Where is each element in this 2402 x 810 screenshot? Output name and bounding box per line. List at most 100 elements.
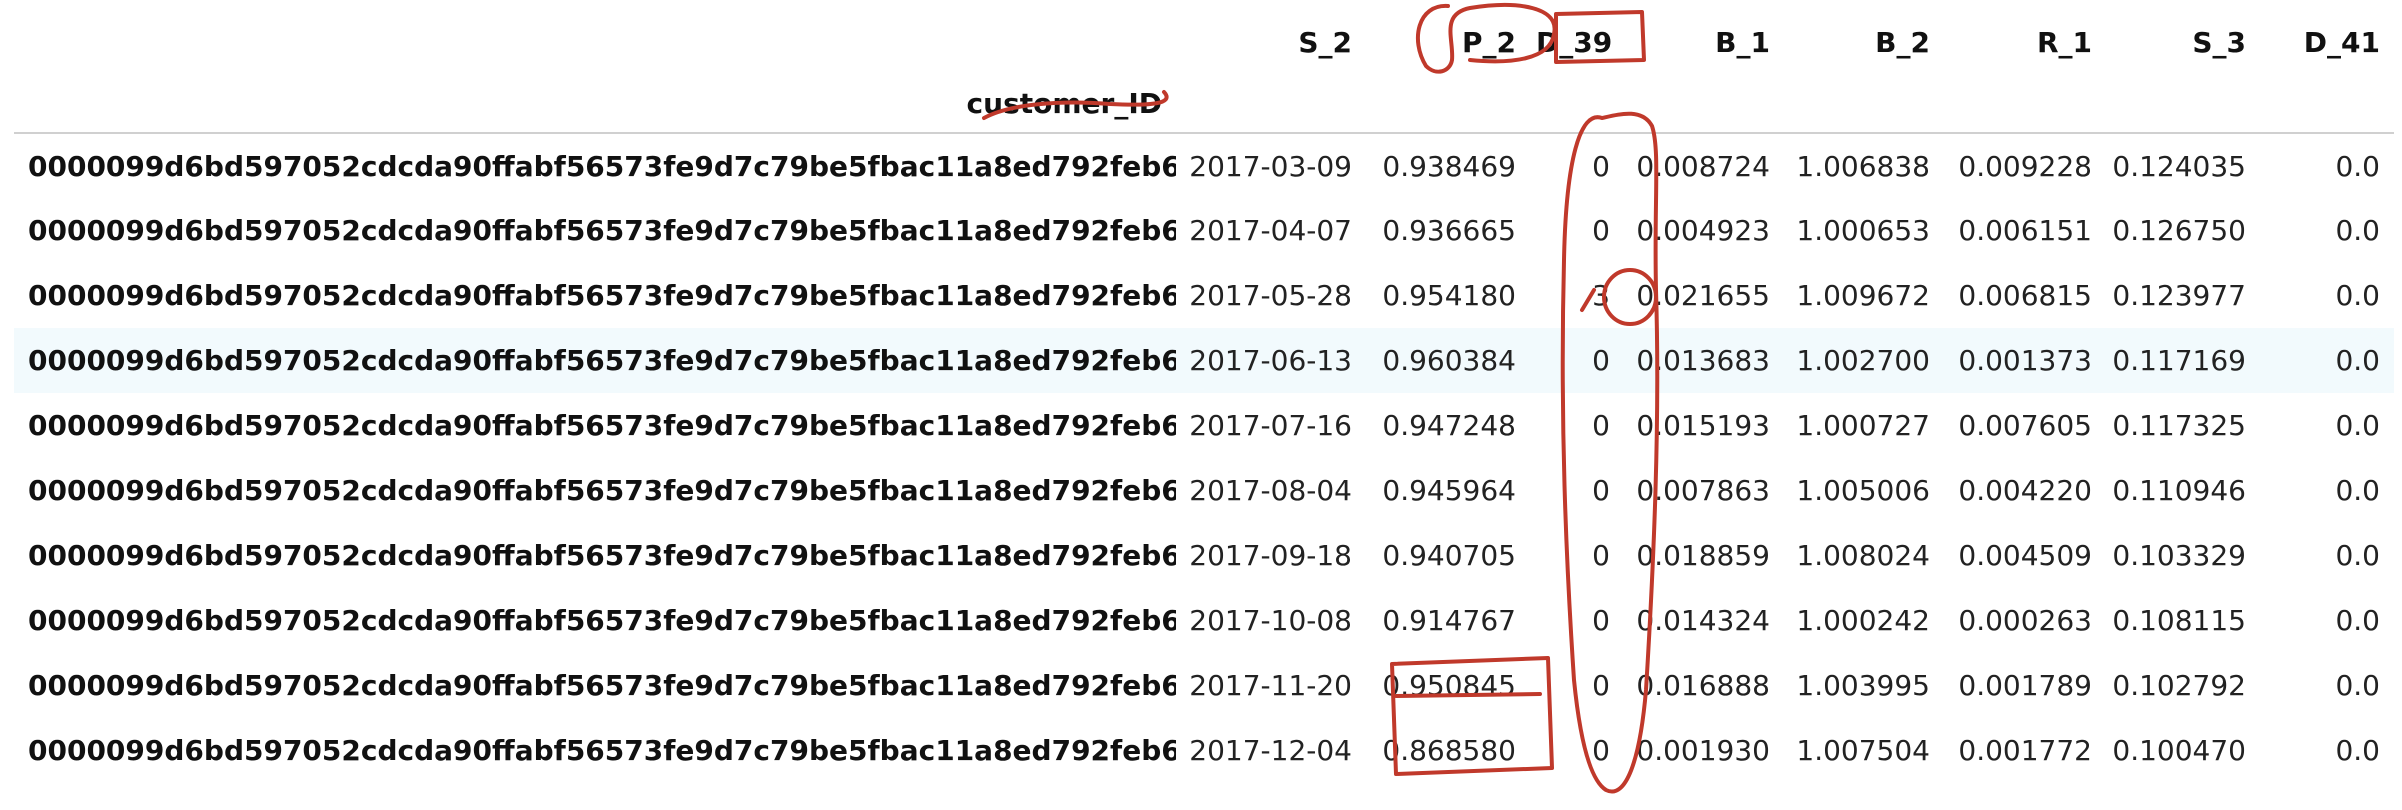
row-index-customer-id: 0000099d6bd597052cdcda90ffabf56573fe9d7c… xyxy=(28,669,1176,702)
table-row: 0000099d6bd597052cdcda90ffabf56573fe9d7c… xyxy=(14,133,2394,198)
table-row: 0000099d6bd597052cdcda90ffabf56573fe9d7c… xyxy=(14,718,2394,783)
cell-s3: 0.117169 xyxy=(2112,344,2246,377)
cell-s2: 2017-09-18 xyxy=(1189,539,1352,572)
cell-b2: 1.006838 xyxy=(1796,149,1930,183)
cell-s3: 0.123977 xyxy=(2112,279,2246,312)
table-row: 0000099d6bd597052cdcda90ffabf56573fe9d7c… xyxy=(14,458,2394,523)
index-row-spacer xyxy=(1784,74,1944,134)
cell-d41: 0.0 xyxy=(2335,604,2380,637)
cell-b2: 1.003995 xyxy=(1796,669,1930,702)
cell-d41: 0.0 xyxy=(2335,149,2380,183)
cell-b2: 1.000653 xyxy=(1796,214,1930,247)
cell-d39: 0 xyxy=(1592,604,1610,637)
column-header-r1: R_1 xyxy=(2036,25,2092,59)
cell-r1: 0.006815 xyxy=(1958,279,2092,312)
cell-b1: 0.007863 xyxy=(1636,474,1770,507)
cell-d41: 0.0 xyxy=(2335,734,2380,767)
cell-p2: 0.954180 xyxy=(1382,279,1516,312)
cell-r1: 0.004509 xyxy=(1958,539,2092,572)
cell-s3: 0.100470 xyxy=(2112,734,2246,767)
cell-d41: 0.0 xyxy=(2335,344,2380,377)
cell-p2: 0.938469 xyxy=(1382,149,1516,183)
index-row-spacer xyxy=(1944,74,2106,134)
cell-s3: 0.103329 xyxy=(2112,539,2246,572)
cell-r1: 0.004220 xyxy=(1958,474,2092,507)
cell-b2: 1.009672 xyxy=(1796,279,1930,312)
cell-r1: 0.001772 xyxy=(1958,734,2092,767)
row-index-customer-id: 0000099d6bd597052cdcda90ffabf56573fe9d7c… xyxy=(28,604,1176,637)
cell-d39: 3 xyxy=(1592,279,1610,312)
cell-d41: 0.0 xyxy=(2335,214,2380,247)
index-row-spacer xyxy=(2106,74,2260,134)
cell-b1: 0.014324 xyxy=(1636,604,1770,637)
cell-b1: 0.001930 xyxy=(1636,734,1770,767)
cell-d41: 0.0 xyxy=(2335,409,2380,442)
cell-b1: 0.021655 xyxy=(1636,279,1770,312)
cell-s3: 0.126750 xyxy=(2112,214,2246,247)
cell-b2: 1.005006 xyxy=(1796,474,1930,507)
cell-d39: 0 xyxy=(1592,539,1610,572)
cell-b2: 1.007504 xyxy=(1796,734,1930,767)
table-row: 0000099d6bd597052cdcda90ffabf56573fe9d7c… xyxy=(14,653,2394,718)
cell-p2: 0.945964 xyxy=(1382,474,1516,507)
row-index-customer-id: 0000099d6bd597052cdcda90ffabf56573fe9d7c… xyxy=(28,149,1176,183)
cell-r1: 0.007605 xyxy=(1958,409,2092,442)
cell-b2: 1.000727 xyxy=(1796,409,1930,442)
cell-d39: 0 xyxy=(1592,214,1610,247)
index-row-spacer xyxy=(2260,74,2394,134)
cell-r1: 0.006151 xyxy=(1958,214,2092,247)
cell-p2: 0.914767 xyxy=(1382,604,1516,637)
column-header-s3: S_3 xyxy=(2192,25,2246,59)
table-row: 0000099d6bd597052cdcda90ffabf56573fe9d7c… xyxy=(14,198,2394,263)
column-header-d39: D_39 xyxy=(1536,25,1613,59)
cell-b2: 1.008024 xyxy=(1796,539,1930,572)
column-header-b1: B_1 xyxy=(1715,25,1770,59)
index-row-spacer xyxy=(1530,74,1624,134)
cell-b2: 1.000242 xyxy=(1796,604,1930,637)
cell-d39: 0 xyxy=(1592,474,1610,507)
cell-p2: 0.947248 xyxy=(1382,409,1516,442)
cell-s2: 2017-10-08 xyxy=(1189,604,1352,637)
cell-d39: 0 xyxy=(1592,409,1610,442)
row-index-customer-id: 0000099d6bd597052cdcda90ffabf56573fe9d7c… xyxy=(28,474,1176,507)
cell-s2: 2017-08-04 xyxy=(1189,474,1352,507)
index-name-row: customer_ID xyxy=(14,74,2394,134)
cell-s3: 0.102792 xyxy=(2112,669,2246,702)
cell-d41: 0.0 xyxy=(2335,474,2380,507)
cell-s3: 0.110946 xyxy=(2112,474,2246,507)
index-name-header: customer_ID xyxy=(14,74,1176,134)
cell-s2: 2017-04-07 xyxy=(1189,214,1352,247)
cell-r1: 0.001789 xyxy=(1958,669,2092,702)
cell-p2: 0.940705 xyxy=(1382,539,1516,572)
cell-d39: 0 xyxy=(1592,734,1610,767)
cell-r1: 0.009228 xyxy=(1958,149,2092,183)
index-row-spacer xyxy=(1176,74,1366,134)
cell-b1: 0.008724 xyxy=(1636,149,1770,183)
cell-p2: 0.960384 xyxy=(1382,344,1516,377)
index-row-spacer xyxy=(1366,74,1530,134)
row-index-customer-id: 0000099d6bd597052cdcda90ffabf56573fe9d7c… xyxy=(28,409,1176,442)
cell-s3: 0.117325 xyxy=(2112,409,2246,442)
column-header-d41: D_41 xyxy=(2303,25,2380,59)
cell-s2: 2017-06-13 xyxy=(1189,344,1352,377)
cell-b1: 0.004923 xyxy=(1636,214,1770,247)
cell-s2: 2017-03-09 xyxy=(1189,149,1352,183)
cell-s2: 2017-12-04 xyxy=(1189,734,1352,767)
cell-s3: 0.124035 xyxy=(2112,149,2246,183)
cell-d41: 0.0 xyxy=(2335,669,2380,702)
cell-s2: 2017-05-28 xyxy=(1189,279,1352,312)
cell-d41: 0.0 xyxy=(2335,279,2380,312)
table-row: 0000099d6bd597052cdcda90ffabf56573fe9d7c… xyxy=(14,328,2394,393)
cell-p2: 0.936665 xyxy=(1382,214,1516,247)
cell-b2: 1.002700 xyxy=(1796,344,1930,377)
row-index-customer-id: 0000099d6bd597052cdcda90ffabf56573fe9d7c… xyxy=(28,539,1176,572)
cell-s3: 0.108115 xyxy=(2112,604,2246,637)
cell-s2: 2017-07-16 xyxy=(1189,409,1352,442)
cell-b1: 0.018859 xyxy=(1636,539,1770,572)
cell-s2: 2017-11-20 xyxy=(1189,669,1352,702)
cell-p2: 0.950845 xyxy=(1382,669,1516,702)
row-index-customer-id: 0000099d6bd597052cdcda90ffabf56573fe9d7c… xyxy=(28,279,1176,312)
row-index-customer-id: 0000099d6bd597052cdcda90ffabf56573fe9d7c… xyxy=(28,344,1176,377)
index-header-blank xyxy=(14,10,1176,74)
cell-b1: 0.016888 xyxy=(1636,669,1770,702)
